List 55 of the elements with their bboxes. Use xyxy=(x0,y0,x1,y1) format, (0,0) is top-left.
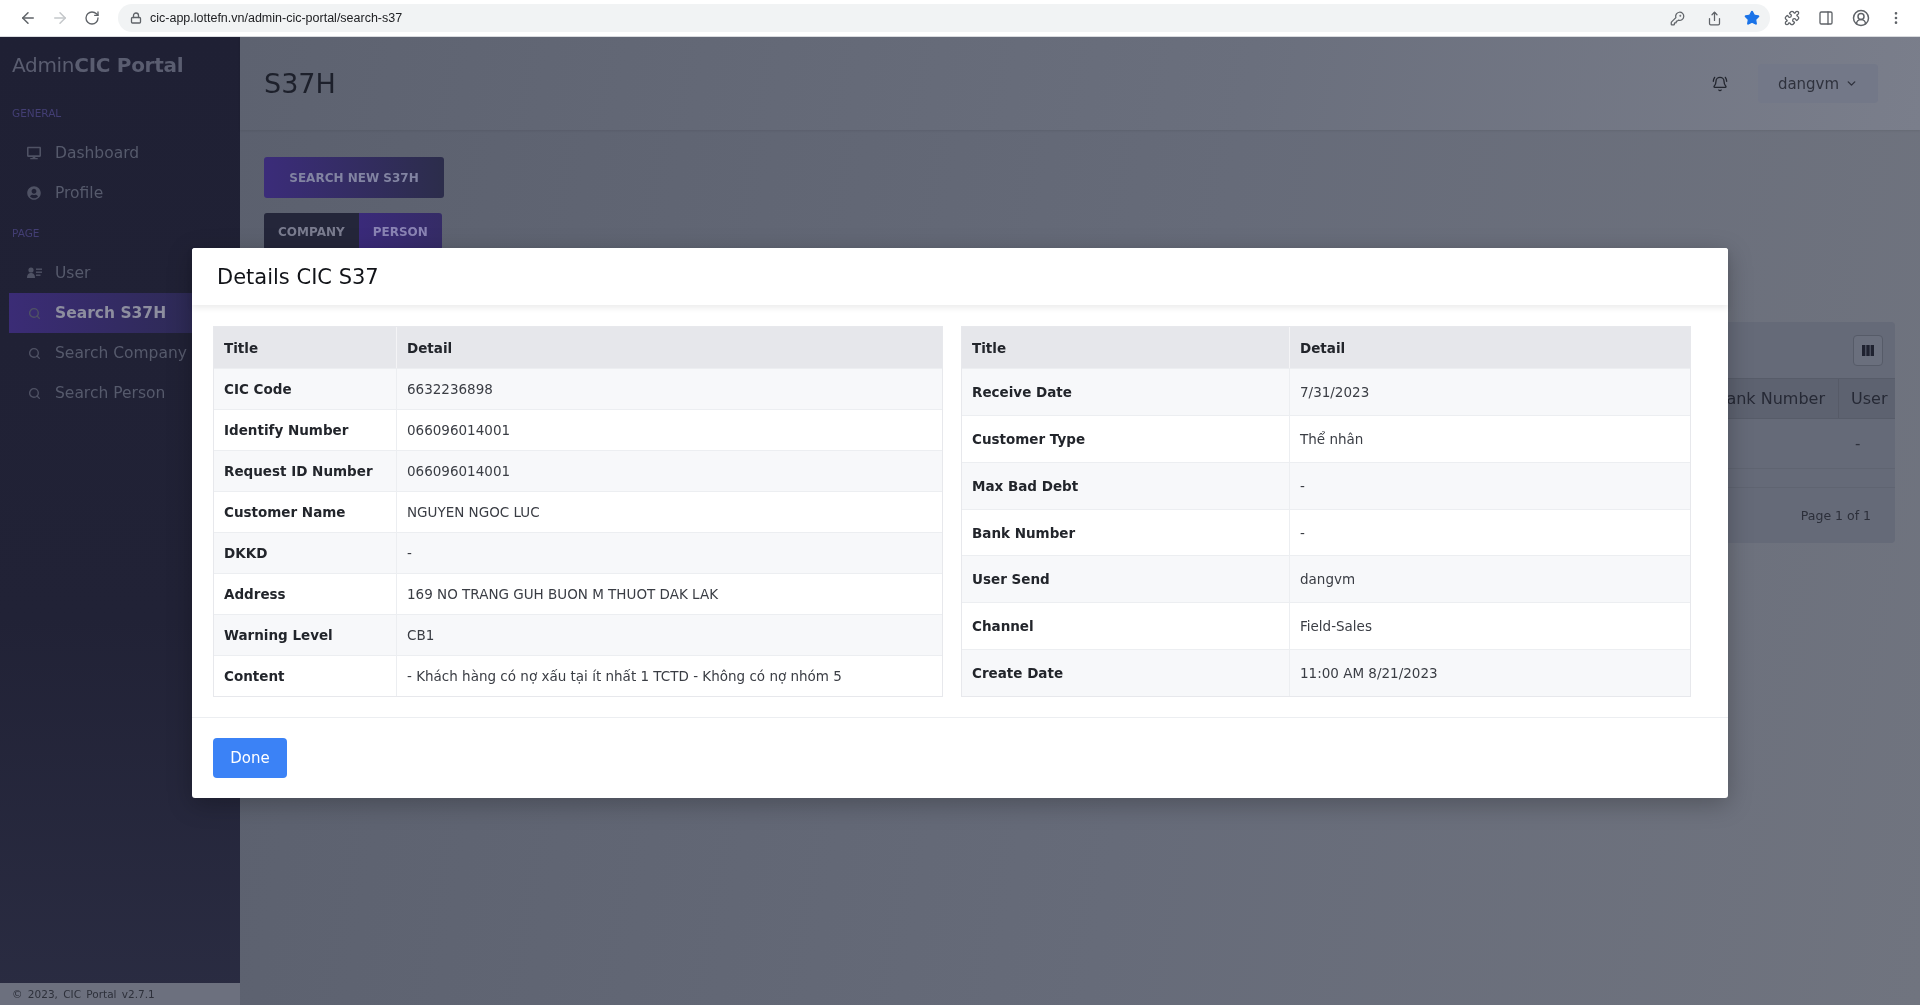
table-cell-text: Field-Sales xyxy=(1299,617,1373,637)
done-button[interactable]: Done xyxy=(213,738,287,778)
section-heading: GENERAL xyxy=(11,106,63,121)
modal-title: Details CIC S37 xyxy=(217,264,379,289)
table-cell-text: - Khách hàng có nợ xấu tại ít nhất 1 TCTD - Không có nợ nhóm 5 xyxy=(406,667,843,686)
table-cell-text: CB1 xyxy=(406,626,436,645)
search-icon xyxy=(27,346,41,360)
search-icon xyxy=(27,306,41,320)
table-cell-text: dangvm xyxy=(1299,570,1357,590)
table-cell-text: 7/31/2023 xyxy=(1299,382,1371,402)
column-header: Detail xyxy=(1299,338,1347,358)
profile-avatar-icon[interactable] xyxy=(1852,9,1870,27)
user-menu-button[interactable]: dangvm xyxy=(1758,64,1878,103)
table-cell-text: 11:00 AM 8/21/2023 xyxy=(1299,664,1439,684)
address-bar[interactable]: cic-app.lottefn.vn/admin-cic-portal/search-s37 xyxy=(118,4,1770,32)
star-icon[interactable] xyxy=(1744,10,1760,26)
columns-icon xyxy=(1862,344,1874,356)
table-cell: Max Bad Debt xyxy=(962,462,1290,509)
table-cell: Receive Date xyxy=(962,369,1290,415)
search-new-button[interactable]: SEARCH NEW S37H xyxy=(264,157,444,198)
table-cell-text: - xyxy=(1854,433,1862,455)
table-cell-text: 6632236898 xyxy=(406,380,494,399)
sidebar-item[interactable]: Dashboard xyxy=(9,133,240,173)
table-cell-text: 066096014001 xyxy=(406,421,512,440)
tab[interactable]: PERSON xyxy=(358,213,442,250)
table-cell-text: 169 NO TRANG GUH BUON M THUOT DAK LAK xyxy=(406,585,720,604)
sidebar-item[interactable]: Profile xyxy=(9,173,240,213)
column-toggle-button[interactable] xyxy=(1853,334,1883,366)
table-cell-text: Thể nhân xyxy=(1299,429,1365,449)
pagination-text: Page 1 of 1 xyxy=(1800,508,1871,523)
table-cell: Customer Type xyxy=(962,415,1290,462)
table-cell-text: NGUYEN NGOC LUC xyxy=(406,503,541,522)
table-cell-text: 066096014001 xyxy=(406,462,512,481)
table-cell: Content xyxy=(214,656,397,696)
sidebar-footer: © 2023, CIC Portal v2.7.1 xyxy=(0,983,240,1005)
app-title: AdminCIC Portal xyxy=(11,52,185,79)
key-icon[interactable] xyxy=(1670,10,1685,26)
table-cell: Create Date xyxy=(962,650,1290,696)
puzzle-icon[interactable] xyxy=(1784,10,1800,26)
share-icon[interactable] xyxy=(1707,10,1722,26)
column-header: User xyxy=(1850,388,1889,410)
side-panel-icon[interactable] xyxy=(1818,10,1834,26)
bell-icon[interactable] xyxy=(1712,75,1728,92)
person-list-icon xyxy=(26,267,42,279)
tab[interactable]: COMPANY xyxy=(264,213,359,250)
search-icon xyxy=(27,386,41,400)
section-heading: PAGE xyxy=(11,226,41,241)
table-cell-text: - xyxy=(1299,476,1306,496)
lock-icon xyxy=(130,12,142,24)
column-header: Detail xyxy=(406,338,454,358)
table-cell-text: - xyxy=(1299,523,1306,543)
monitor-icon xyxy=(27,146,41,160)
page-title: S37H xyxy=(264,68,336,99)
reload-icon[interactable] xyxy=(84,10,100,26)
table-cell-text: - xyxy=(406,544,413,563)
